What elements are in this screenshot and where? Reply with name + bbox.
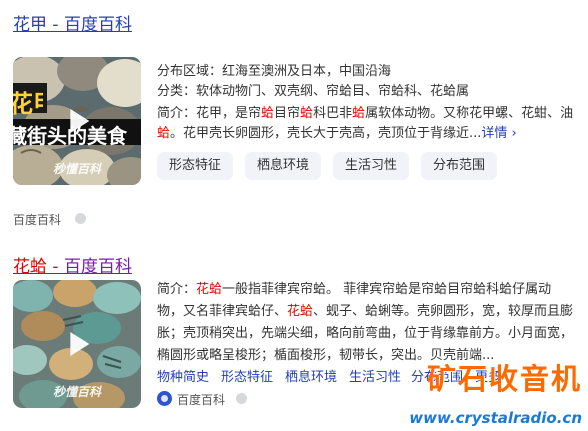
summary-line-3: 胀；壳顶稍突出，先端尖细，略向前弯曲，位于背缘靠前方。小月面宽， xyxy=(157,326,574,341)
link-habits[interactable]: 生活习性 xyxy=(349,366,401,385)
result-title-link[interactable]: 花蛤 - 百度百科 xyxy=(13,252,132,277)
play-icon xyxy=(70,332,90,356)
source-label: 百度百科 xyxy=(177,393,226,407)
summary-text: 物，又名菲律宾蛤仔、 xyxy=(157,304,288,319)
title-keyword: 花蛤 xyxy=(13,257,47,277)
site-watermark-title: 矿石收音机 xyxy=(426,362,582,396)
verified-shield-icon xyxy=(236,393,247,404)
summary-text: 简介： xyxy=(157,282,197,297)
title-source: - 百度百科 xyxy=(47,257,132,277)
site-watermark-url: www.crystalradio.cn xyxy=(409,409,582,427)
video-thumbnail[interactable]: 秒懂百科 xyxy=(13,280,141,408)
summary-text: 、蚬子、蛤蜊等。壳卵圆形，宽，较厚而且膨 xyxy=(313,304,574,319)
summary-text: 一般指菲律宾帘蛤。 菲律宾帘蛤是帘蛤目帘蛤科蛤仔属动 xyxy=(222,282,552,297)
summary-highlight: 花蛤 xyxy=(287,304,314,319)
summary-line-1: 简介：花蛤一般指菲律宾帘蛤。 菲律宾帘蛤是帘蛤目帘蛤科蛤仔属动 xyxy=(157,280,551,299)
baike-logo-icon xyxy=(157,391,172,406)
link-history[interactable]: 物种简史 xyxy=(157,366,209,385)
summary-highlight: 花蛤 xyxy=(196,282,223,297)
thumb-watermark: 秒懂百科 xyxy=(53,385,102,399)
link-habitat[interactable]: 栖息环境 xyxy=(285,366,337,385)
link-morphology[interactable]: 形态特征 xyxy=(221,366,273,385)
summary-line-2: 物，又名菲律宾蛤仔、花蛤、蚬子、蛤蜊等。壳卵圆形，宽，较厚而且膨 xyxy=(157,302,573,321)
